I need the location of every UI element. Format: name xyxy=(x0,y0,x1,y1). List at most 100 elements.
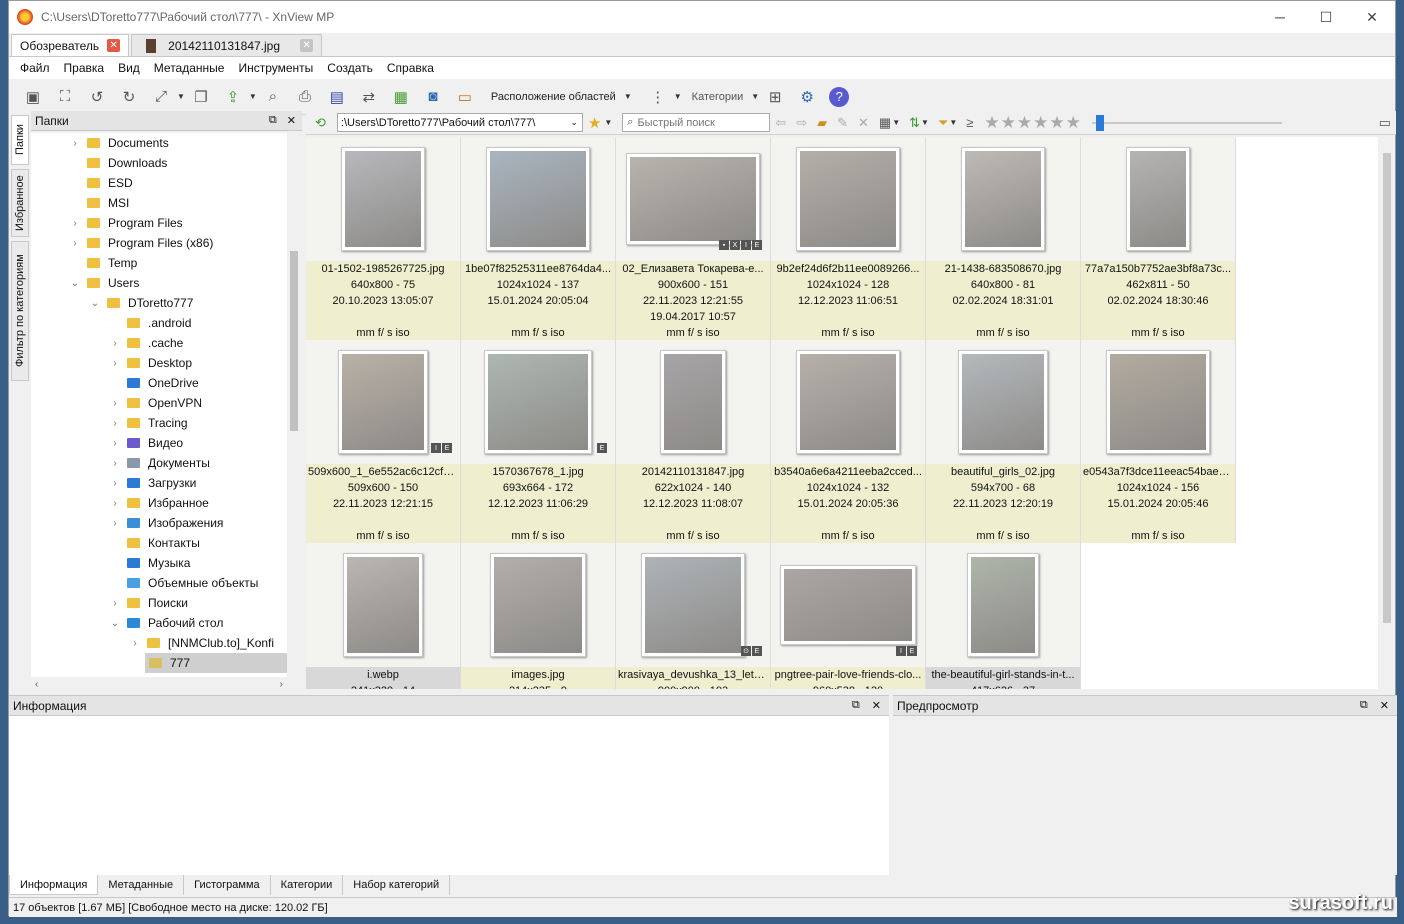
chevron-down-icon[interactable]: ▼ xyxy=(249,92,257,101)
export-icon[interactable]: ⇪ xyxy=(221,85,245,109)
thumbnail-item[interactable]: E 1570367678_1.jpg 693x664 - 172 12.12.2023… xyxy=(461,340,616,543)
tree-item[interactable]: ⌄ Рабочий стол xyxy=(31,613,287,633)
view-mode-icon[interactable]: ▦ xyxy=(879,115,891,131)
star-icon[interactable]: ★ xyxy=(1017,113,1032,133)
menu-edit[interactable]: Правка xyxy=(57,61,112,75)
thumbnail-item[interactable]: images.jpg 214x235 - 9 xyxy=(461,543,616,689)
grid-scrollbar[interactable] xyxy=(1380,137,1394,689)
tab-metadata[interactable]: Метаданные xyxy=(98,875,185,895)
rating-filter[interactable]: ★ ★ ★ ★ ★ ★ xyxy=(984,113,1082,133)
batch-icon[interactable]: ▦ xyxy=(389,85,413,109)
tree-item[interactable]: MSI xyxy=(31,193,287,213)
new-folder-icon[interactable]: ▰ xyxy=(817,115,827,131)
star-icon[interactable]: ★ xyxy=(1001,113,1016,133)
thumbnail-image[interactable] xyxy=(796,350,900,454)
back-icon[interactable]: ⇦ xyxy=(775,115,786,131)
thumbnail-item[interactable]: I E 509x600_1_6e552ac6c12cfb... 509x600 - 1… xyxy=(306,340,461,543)
tab-image[interactable]: 20142110131847.jpg ✕ xyxy=(131,34,323,56)
tree-item[interactable]: › Tracing xyxy=(31,413,287,433)
transform-icon[interactable]: ⤢ xyxy=(149,85,173,109)
chevron-right-icon[interactable]: › xyxy=(107,598,123,609)
go-up-icon[interactable]: ⟲ xyxy=(315,115,326,131)
thumbnail-image[interactable] xyxy=(343,553,423,657)
thumbnail-image[interactable] xyxy=(796,147,900,251)
thumbnail-item[interactable]: 21-1438-683508670.jpg 640x800 - 81 02.02.2… xyxy=(926,137,1081,340)
thumbnail-image[interactable] xyxy=(490,553,586,657)
fullscreen-icon[interactable]: ⛶ xyxy=(53,85,77,109)
undock-icon[interactable]: ⧉ xyxy=(852,699,860,712)
settings-gear-icon[interactable]: ⚙ xyxy=(795,85,819,109)
tab-info[interactable]: Информация xyxy=(9,875,99,895)
help-icon[interactable]: ? xyxy=(827,85,851,109)
close-icon[interactable]: ✕ xyxy=(1380,699,1389,712)
edit-icon[interactable]: ✎ xyxy=(837,115,848,131)
tree-item[interactable]: Музыка xyxy=(31,553,287,573)
thumbnail-image[interactable] xyxy=(961,147,1045,251)
menu-metadata[interactable]: Метаданные xyxy=(147,61,232,75)
chevron-down-icon[interactable]: ⌄ xyxy=(566,117,582,128)
tab-histogram[interactable]: Гистограмма xyxy=(184,875,271,895)
thumbnail-item[interactable]: 9b2ef24d6f2b11ee0089266... 1024x1024 - 12… xyxy=(771,137,926,340)
chevron-right-icon[interactable]: › xyxy=(107,338,123,349)
capture-icon[interactable]: ◙ xyxy=(421,85,445,109)
close-icon[interactable]: ✕ xyxy=(287,114,296,127)
copy-icon[interactable]: ❐ xyxy=(189,85,213,109)
thumbnail-item[interactable]: e0543a7f3dce11eeac54baea... 1024x1024 - 1… xyxy=(1081,340,1236,543)
menu-create[interactable]: Создать xyxy=(320,61,380,75)
panel-toggle-icon[interactable]: ▭ xyxy=(1379,115,1391,131)
tree-item[interactable]: › .cache xyxy=(31,333,287,353)
tree-item[interactable]: › Загрузки xyxy=(31,473,287,493)
tab-close-icon[interactable]: ✕ xyxy=(300,39,314,52)
thumbnail-image[interactable] xyxy=(660,350,726,454)
forward-icon[interactable]: ⇨ xyxy=(796,115,807,131)
tree-item[interactable]: Объемные объекты xyxy=(31,573,287,593)
thumbnail-item[interactable]: IEpngtree-pair-love-friends-clo...960x53… xyxy=(771,543,926,689)
tree-item[interactable]: › OpenVPN xyxy=(31,393,287,413)
chevron-right-icon[interactable]: › xyxy=(107,358,123,369)
thumbnail-image[interactable] xyxy=(1126,147,1190,251)
thumbnail-image[interactable] xyxy=(341,147,425,251)
vtab-folders[interactable]: Папки xyxy=(11,115,29,165)
tree-item[interactable]: ⌄ Users xyxy=(31,273,287,293)
star-icon[interactable]: ★ xyxy=(1049,113,1064,133)
thumbnail-item[interactable]: ▪ X I E 02_Елизавета Токарева-e... 900x600 - … xyxy=(616,137,771,340)
undock-icon[interactable]: ⧉ xyxy=(269,114,277,127)
tree-item[interactable]: Контакты xyxy=(31,533,287,553)
tree-item[interactable]: › Избранное xyxy=(31,493,287,513)
thumbnail-item[interactable]: 77a7a150b7752ae3bf8a73c... 462x811 - 50 02… xyxy=(1081,137,1236,340)
thumbnail-image[interactable] xyxy=(780,565,916,645)
print-icon[interactable]: ⎙ xyxy=(293,85,317,109)
thumbnail-item[interactable]: 01-1502-1985267725.jpg 640x800 - 75 20.10.… xyxy=(306,137,461,340)
layout-dropdown[interactable]: Расположение областей xyxy=(485,91,622,103)
vtab-category-filter[interactable]: Фильтр по категориям xyxy=(11,241,29,381)
slider-handle[interactable] xyxy=(1095,114,1104,131)
category-icon[interactable]: ⋮ xyxy=(646,85,670,109)
thumbnail-item[interactable]: 1be07f82525311ee8764da4... 1024x1024 - 13… xyxy=(461,137,616,340)
tree-item[interactable]: › Desktop xyxy=(31,353,287,373)
chevron-right-icon[interactable]: › xyxy=(107,398,123,409)
chevron-right-icon[interactable]: › xyxy=(107,518,123,529)
chevron-down-icon[interactable]: ▼ xyxy=(949,118,957,127)
thumbnail-item[interactable]: 20142110131847.jpg 622x1024 - 140 12.12.20… xyxy=(616,340,771,543)
tree-item[interactable]: ESD xyxy=(31,173,287,193)
vtab-favorites[interactable]: Избранное xyxy=(11,169,29,237)
chevron-down-icon[interactable]: ▼ xyxy=(751,92,759,101)
tree-item[interactable]: ⌄ DToretto777 xyxy=(31,293,287,313)
tree-item[interactable]: › Documents xyxy=(31,133,287,153)
delete-icon[interactable]: ✕ xyxy=(858,115,869,131)
tree-item[interactable]: › Поиски xyxy=(31,593,287,613)
star-icon[interactable]: ★ xyxy=(1033,113,1048,133)
tab-categories[interactable]: Категории xyxy=(271,875,344,895)
tree-item[interactable]: OneDrive xyxy=(31,373,287,393)
chevron-down-icon[interactable]: ⌄ xyxy=(87,298,103,309)
menu-help[interactable]: Справка xyxy=(380,61,441,75)
scanner-icon[interactable]: ▤ xyxy=(325,85,349,109)
tree-item[interactable]: › Документы xyxy=(31,453,287,473)
chevron-right-icon[interactable]: › xyxy=(107,458,123,469)
rotate-right-icon[interactable]: ↻ xyxy=(117,85,141,109)
maximize-button[interactable]: ☐ xyxy=(1303,1,1349,33)
quick-search-input[interactable]: ⌕ Быстрый поиск xyxy=(622,113,771,132)
scrollbar-thumb[interactable] xyxy=(1383,153,1391,623)
chevron-right-icon[interactable]: › xyxy=(107,438,123,449)
acquire-icon[interactable]: ▣ xyxy=(21,85,45,109)
